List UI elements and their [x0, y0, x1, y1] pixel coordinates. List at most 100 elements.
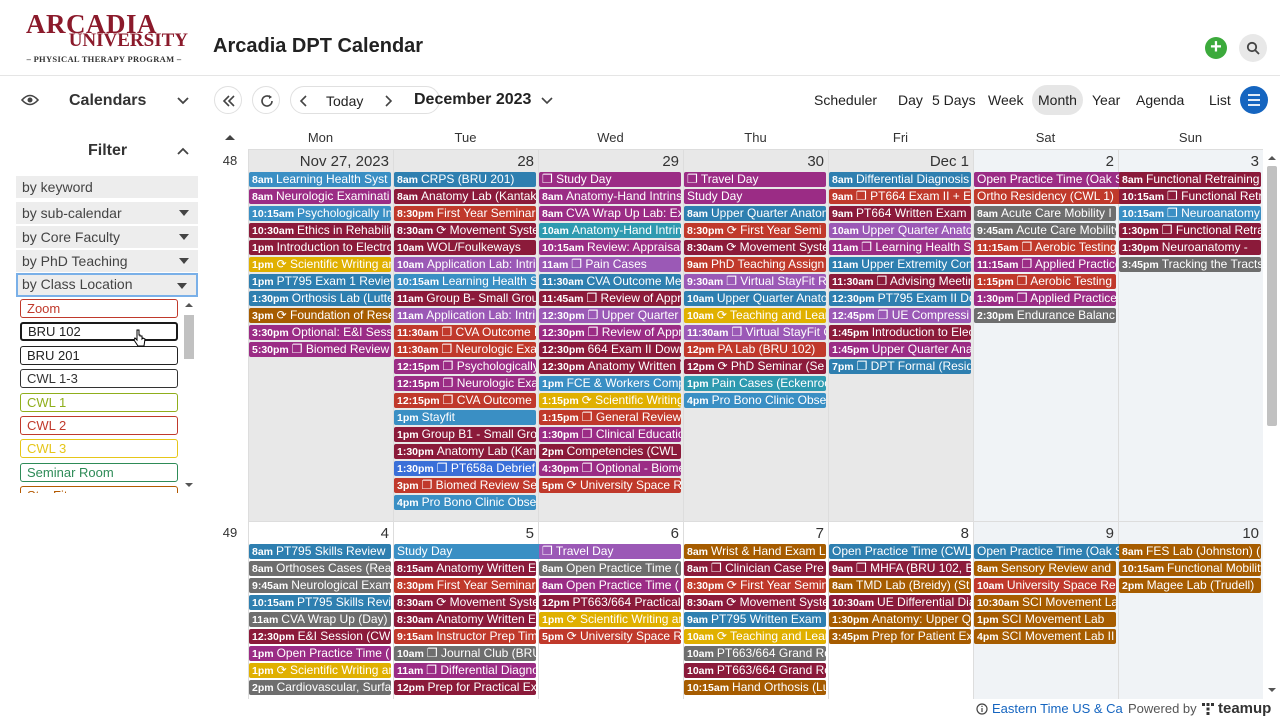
- location-item[interactable]: CWL 3: [20, 439, 178, 459]
- event[interactable]: 10am PT663/664 Grand Ro: [684, 646, 826, 661]
- event[interactable]: 8:30am Anatomy Written E: [394, 612, 536, 627]
- view-day[interactable]: Day: [892, 85, 929, 115]
- event[interactable]: 11am CVA Wrap Up (Day): [249, 612, 391, 627]
- event[interactable]: 10am Anatomy-Hand Intrin: [539, 223, 681, 238]
- event[interactable]: 1:15pm⟳ Scientific Writing an: [539, 393, 681, 408]
- event[interactable]: 5pm ⟳ University Space R: [539, 478, 681, 493]
- event[interactable]: 8:30pm First Year Seminar: [394, 206, 536, 221]
- event[interactable]: 8:30am ⟳ Movement Syste: [394, 595, 536, 610]
- event[interactable]: 1pm PT795 Exam 1 Review: [249, 274, 391, 289]
- event[interactable]: 12:30pm Anatomy Written E: [539, 359, 681, 374]
- filter-keyword[interactable]: by keyword: [16, 176, 198, 198]
- add-event-button[interactable]: +: [1205, 37, 1227, 59]
- month-label[interactable]: December 2023: [414, 91, 531, 109]
- scroll-up-icon[interactable]: [183, 301, 195, 309]
- event[interactable]: 11am Application Lab: Intri: [394, 308, 536, 323]
- event[interactable]: 2pm Cardiovascular, Surfa: [249, 680, 391, 695]
- chevron-down-icon[interactable]: [177, 97, 189, 105]
- search-button[interactable]: [1239, 34, 1267, 62]
- event[interactable]: 1:30pm ❐ Functional Retra: [1119, 223, 1261, 238]
- event[interactable]: 1pm Group B1 - Small Gro: [394, 427, 536, 442]
- event[interactable]: 1:30pm ❐ Clinical Educatio: [539, 427, 681, 442]
- event[interactable]: 11:15am ❐ Applied Practice: [974, 257, 1116, 272]
- event[interactable]: 12pm ⟳ PhD Seminar (Se: [684, 359, 826, 374]
- event[interactable]: 12:30pm ❐ Review of Appr: [539, 325, 681, 340]
- event[interactable]: 10am PT663/664 Grand Ro: [684, 663, 826, 678]
- event[interactable]: 1:30pm Neuroanatomy -: [1119, 240, 1261, 255]
- event[interactable]: 12:30pm E&I Session (CWI: [249, 629, 391, 644]
- event[interactable]: 8am Functional Retraining: [1119, 172, 1261, 187]
- event[interactable]: 9:30am ❐ Virtual StayFit R: [684, 274, 826, 289]
- view-list[interactable]: List: [1203, 85, 1237, 115]
- location-item[interactable]: CWL 1: [20, 392, 178, 412]
- event[interactable]: 10:15am Hand Orthosis (Lu: [684, 680, 826, 695]
- event[interactable]: 12:45pm ❐ UE Compressi: [829, 308, 971, 323]
- filter-class-location[interactable]: by Class Location: [16, 273, 198, 297]
- logo[interactable]: ARCADIA UNIVERSITY – PHYSICAL THERAPY PR…: [14, 10, 194, 66]
- event[interactable]: 8am Anatomy-Hand Intrins: [539, 189, 681, 204]
- event[interactable]: 11am ❐ Differential Diagno: [394, 663, 536, 678]
- event[interactable]: 3:45pm Tracking the Tracts: [1119, 257, 1261, 272]
- event[interactable]: 10:30am UE Differential Dia: [829, 595, 971, 610]
- event[interactable]: 1:30pm Anatomy Lab (Kan: [394, 444, 536, 459]
- event[interactable]: 10am Upper Quarter Anato: [684, 291, 826, 306]
- event[interactable]: 3:45pm Prep for Patient Ex: [829, 629, 971, 644]
- filter-sub-calendar[interactable]: by sub-calendar: [16, 202, 198, 224]
- chevron-right-icon[interactable]: [383, 94, 393, 108]
- location-list-scrollbar[interactable]: [182, 299, 194, 489]
- day-number[interactable]: Dec 1: [930, 153, 969, 170]
- menu-button[interactable]: [1240, 86, 1268, 114]
- event[interactable]: 1:30pm Orthosis Lab (Lutte: [249, 291, 391, 306]
- event[interactable]: 8am Sensory Review and: [974, 561, 1116, 576]
- today-button[interactable]: Today: [326, 93, 363, 109]
- day-number[interactable]: 9: [1106, 525, 1114, 542]
- event[interactable]: 1pm Introduction to Electro: [249, 240, 391, 255]
- event[interactable]: 8am TMD Lab (Breidy) (St: [829, 578, 971, 593]
- event[interactable]: ❐ Travel Day: [684, 172, 826, 187]
- event[interactable]: 8am ❐ Clinician Case Pre: [684, 561, 826, 576]
- event[interactable]: 8am CRPS (BRU 201): [394, 172, 536, 187]
- event[interactable]: 3:30pm Optional: E&I Sess: [249, 325, 391, 340]
- day-number[interactable]: 3: [1251, 153, 1259, 170]
- event[interactable]: 12:30pm PT795 Exam II Do: [829, 291, 971, 306]
- view-agenda[interactable]: Agenda: [1130, 85, 1190, 115]
- event[interactable]: 1:15pm ❐ General Review: [539, 410, 681, 425]
- event[interactable]: 8am Acute Care Mobility I: [974, 206, 1116, 221]
- event[interactable]: 8:30am ⟳ Movement Syste: [684, 240, 826, 255]
- day-number[interactable]: 2: [1106, 153, 1114, 170]
- event[interactable]: 8:30am ⟳ Movement Syste: [394, 223, 536, 238]
- chevron-down-icon[interactable]: [541, 97, 553, 105]
- event[interactable]: 10:15am Review: Appraisal: [539, 240, 681, 255]
- event[interactable]: 9am PT795 Written Exam: [684, 612, 826, 627]
- eye-icon[interactable]: [21, 93, 39, 107]
- location-item[interactable]: Seminar Room: [20, 462, 178, 482]
- filter-core-faculty[interactable]: by Core Faculty: [16, 226, 198, 248]
- location-item[interactable]: StayFit: [20, 486, 178, 493]
- day-number[interactable]: 5: [526, 525, 534, 542]
- event[interactable]: 1:30pm Anatomy: Upper Q: [829, 612, 971, 627]
- event[interactable]: 7pm ❐ DPT Formal (Resid: [829, 359, 971, 374]
- view-week[interactable]: Week: [982, 85, 1030, 115]
- event[interactable]: 8am Open Practice Time (: [539, 578, 681, 593]
- day-number[interactable]: 10: [1242, 525, 1259, 542]
- event[interactable]: 10:15am Psychologically In: [249, 206, 391, 221]
- event[interactable]: 11am ❐ Learning Health S: [829, 240, 971, 255]
- event[interactable]: ❐ Study Day: [539, 172, 681, 187]
- day-number[interactable]: 29: [662, 153, 679, 170]
- day-number[interactable]: Nov 27, 2023: [300, 153, 389, 170]
- event[interactable]: 1:30pm ❐ Applied Practice: [974, 291, 1116, 306]
- event[interactable]: 8am Anatomy Lab (Kantak: [394, 189, 536, 204]
- event[interactable]: 12pm Prep for Practical Ex: [394, 680, 536, 695]
- week-number[interactable]: 49: [212, 525, 248, 540]
- event[interactable]: 11:30am ❐ Virtual StayFit C: [684, 325, 826, 340]
- collapse-sidebar-button[interactable]: [214, 86, 242, 114]
- event[interactable]: 1pm Open Practice Time (: [249, 646, 391, 661]
- event[interactable]: 8am CVA Wrap Up Lab: Ex: [539, 206, 681, 221]
- event[interactable]: 8:30pm First Year Seminar: [394, 578, 536, 593]
- event[interactable]: 1:30pm ❐ PT658a Debrief: [394, 461, 536, 476]
- event[interactable]: 10:30am SCI Movement La: [974, 595, 1116, 610]
- event[interactable]: 10am Upper Quarter Anato: [829, 223, 971, 238]
- event[interactable]: 10:15am Learning Health S: [394, 274, 536, 289]
- event[interactable]: 11:30am ❐ CVA Outcome M: [394, 325, 536, 340]
- event[interactable]: 9am ❐ PT664 Exam II + E: [829, 189, 971, 204]
